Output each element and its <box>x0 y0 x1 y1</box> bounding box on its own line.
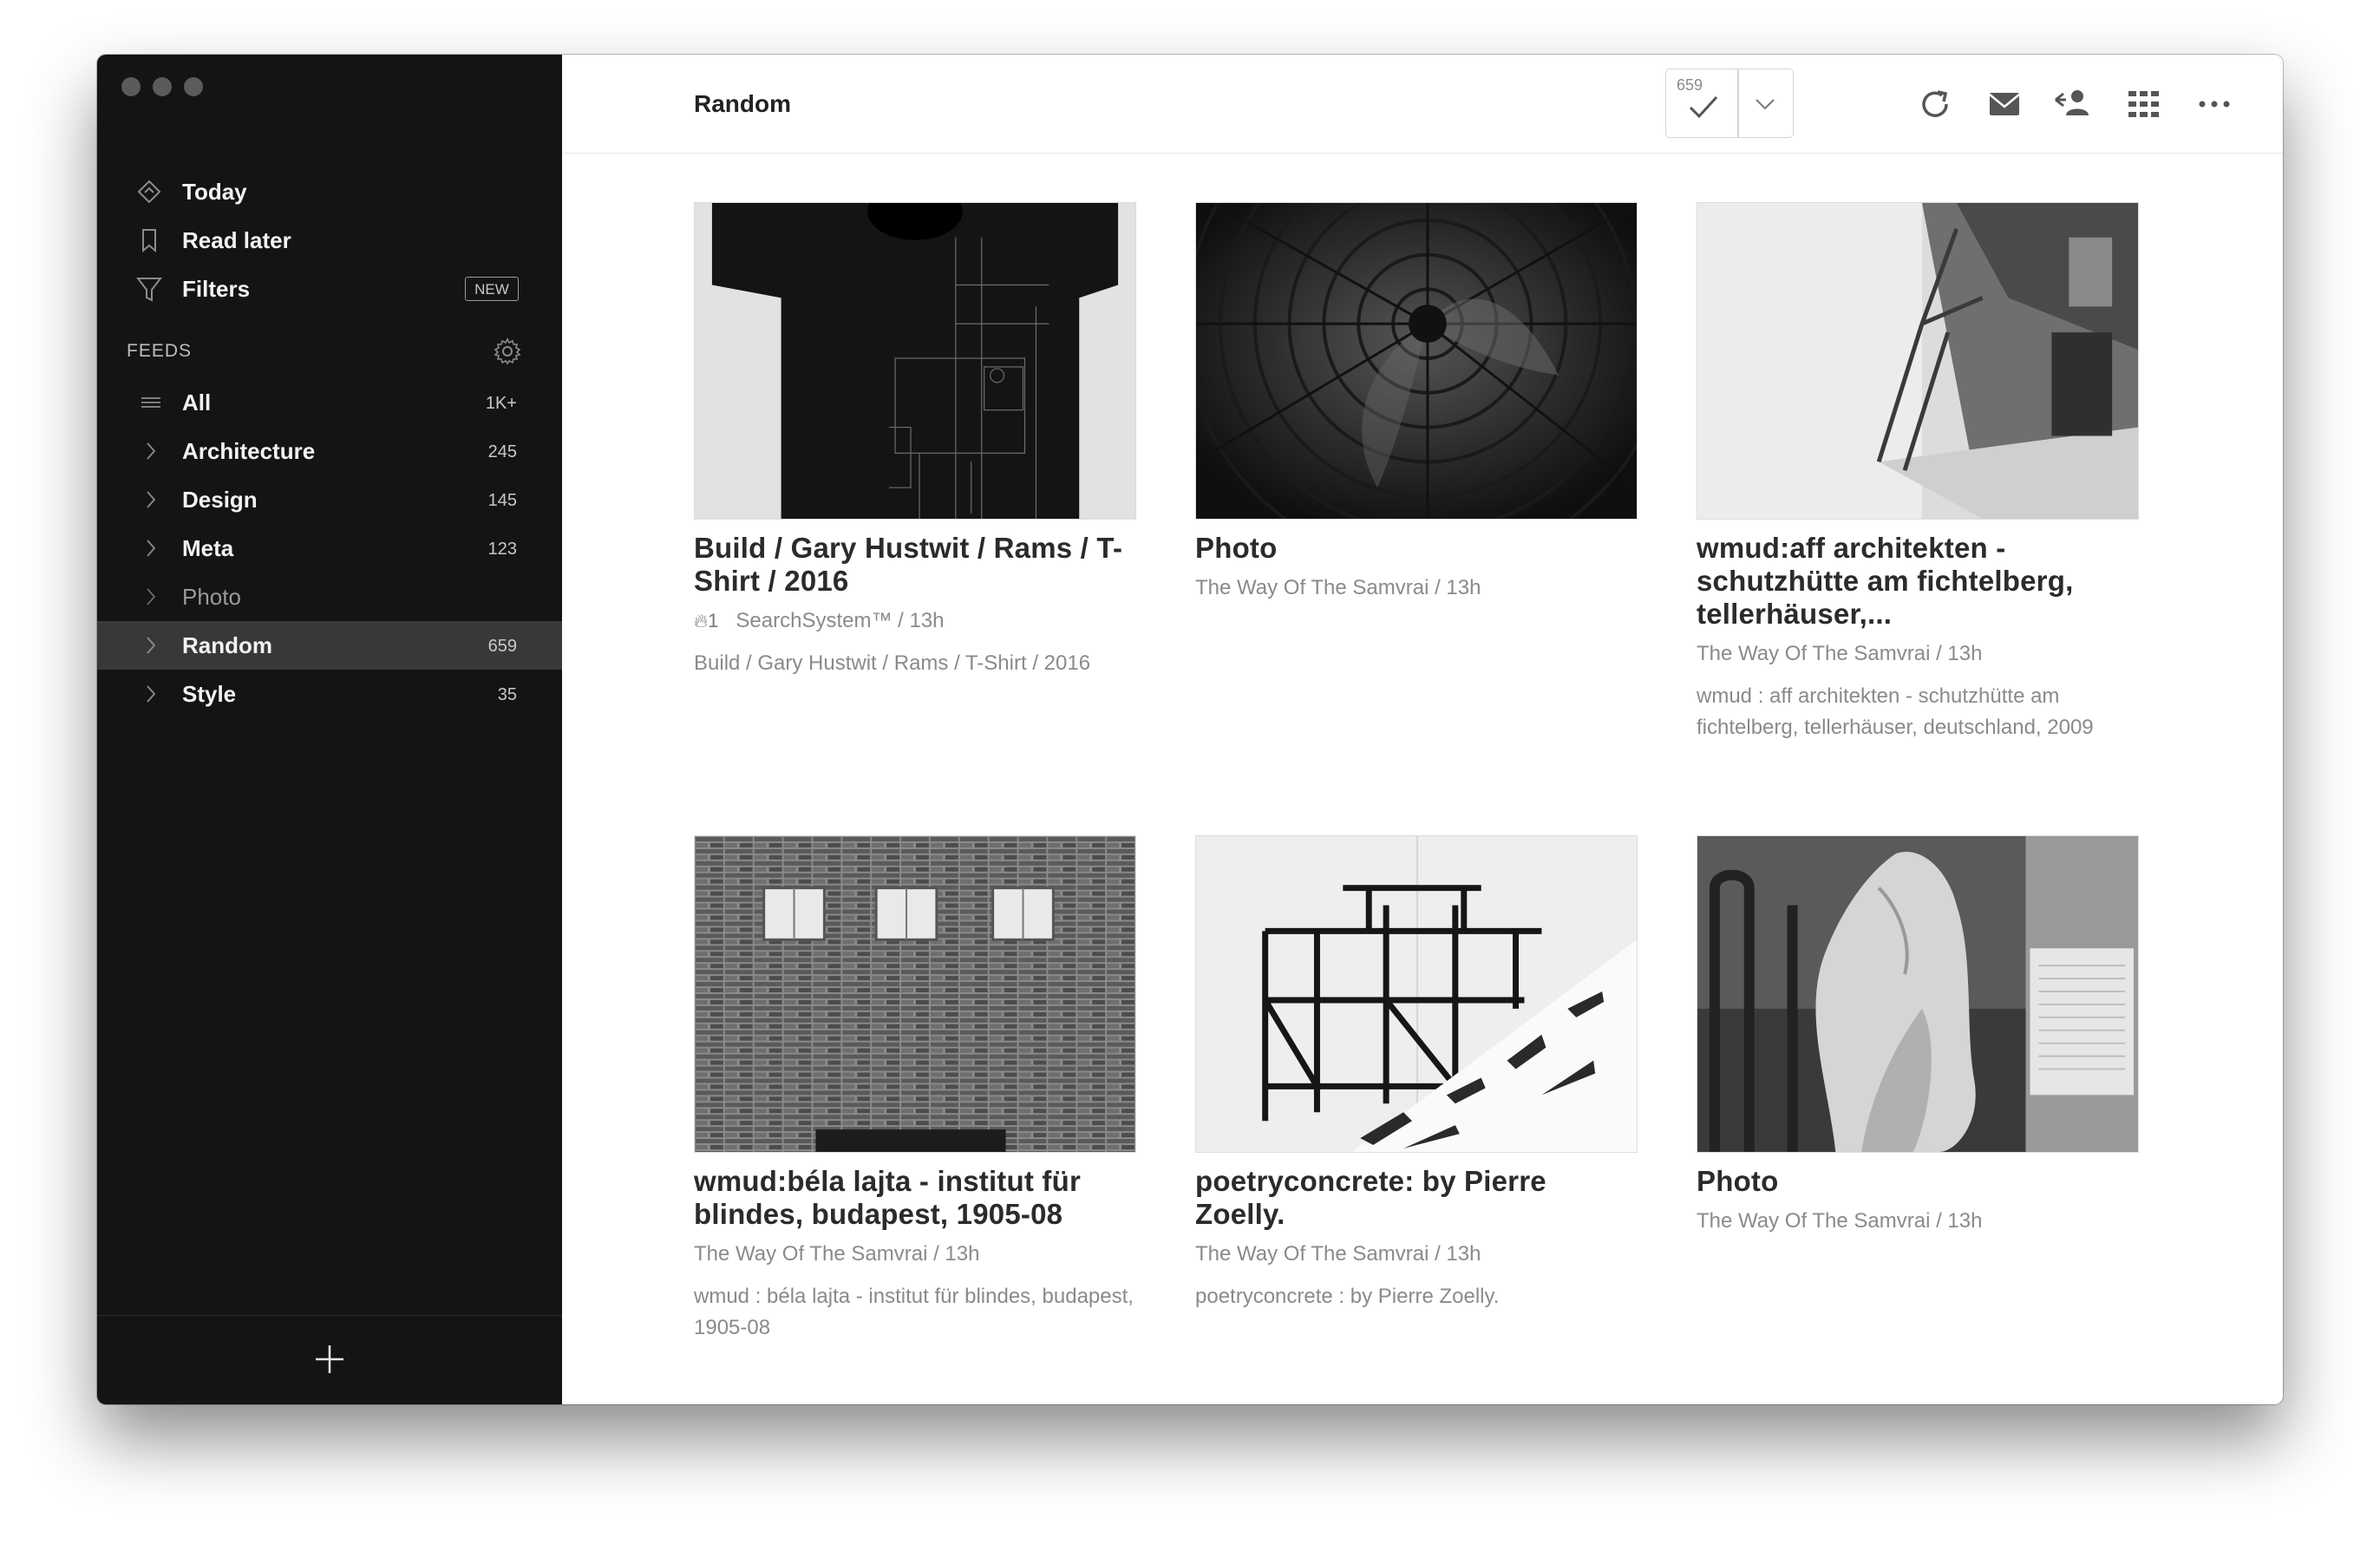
feed-label: Photo <box>182 584 241 610</box>
article-excerpt: Build / Gary Hustwit / Rams / T-Shirt / … <box>694 651 1091 675</box>
main-content: Random 659 Build / Gary Hustwit / Rams /… <box>562 55 2283 1404</box>
refresh-icon[interactable] <box>1915 84 1955 124</box>
article-card[interactable]: Photo The Way Of The Samvrai / 13h <box>1697 835 2139 1234</box>
share-people-icon[interactable] <box>2054 84 2094 124</box>
article-excerpt: wmud : aff architekten - schutzhütte am … <box>1697 684 2094 739</box>
sidebar-item-today[interactable]: Today <box>97 167 562 216</box>
chevron-right-icon[interactable] <box>141 441 161 461</box>
article-thumbnail[interactable] <box>1697 202 2139 520</box>
article-source: The Way Of The Samvrai / 13h <box>1697 642 1983 665</box>
add-feed-button[interactable] <box>314 1344 345 1375</box>
feed-item-all[interactable]: All 1K+ <box>97 378 562 427</box>
article-card[interactable]: Build / Gary Hustwit / Rams / T-Shirt / … <box>694 202 1136 679</box>
feed-item-photo[interactable]: Photo <box>97 572 562 621</box>
mail-icon[interactable] <box>1984 84 2024 124</box>
chevron-down-icon[interactable] <box>1753 94 1777 114</box>
sidebar: Today Read later Filters NEW FEEDS All 1… <box>97 55 562 1404</box>
article-card[interactable]: poetryconcrete: by Pierre Zoelly. The Wa… <box>1195 835 1638 1312</box>
page-title: Random <box>694 90 791 117</box>
article-thumbnail[interactable] <box>1195 835 1638 1153</box>
feed-label: Meta <box>182 535 234 561</box>
mark-as-read-control: 659 <box>1665 69 1794 138</box>
article-title[interactable]: Photo <box>1697 1165 2139 1198</box>
flame-icon: 🔥︎1 <box>694 610 719 631</box>
popularity-count: 1 <box>708 610 719 631</box>
feed-count: 145 <box>487 491 517 510</box>
chevron-right-icon[interactable] <box>141 586 161 607</box>
chevron-right-icon[interactable] <box>141 684 161 704</box>
sidebar-item-read-later[interactable]: Read later <box>97 216 562 265</box>
article-thumbnail[interactable] <box>1195 202 1638 520</box>
feed-label: Architecture <box>182 438 316 464</box>
feed-count: 1K+ <box>485 394 517 413</box>
article-thumbnail[interactable] <box>1697 835 2139 1153</box>
article-thumbnail[interactable] <box>694 835 1136 1153</box>
feed-count: 659 <box>487 637 517 656</box>
article-source: SearchSystem™ / 13h <box>736 609 945 632</box>
feed-count: 123 <box>487 540 517 559</box>
grid-view-icon[interactable] <box>2123 84 2163 124</box>
chevron-right-icon[interactable] <box>141 635 161 656</box>
article-card[interactable]: wmud:aff architekten - schutzhütte am fi… <box>1697 202 2139 743</box>
today-icon <box>137 180 161 204</box>
chevron-right-icon[interactable] <box>141 489 161 510</box>
feed-label: Design <box>182 487 258 513</box>
chevron-right-icon[interactable] <box>141 538 161 559</box>
article-title[interactable]: Photo <box>1195 532 1638 565</box>
article-source: The Way Of The Samvrai / 13h <box>1697 1209 1983 1233</box>
feed-label: Random <box>182 632 272 658</box>
sidebar-item-label: Today <box>182 178 247 205</box>
article-card[interactable]: wmud:béla lajta - institut für blindes, … <box>694 835 1136 1344</box>
mark-as-read-button[interactable] <box>1685 88 1722 125</box>
article-thumbnail[interactable] <box>694 202 1136 520</box>
feed-item-meta[interactable]: Meta 123 <box>97 524 562 572</box>
toolbar: Random 659 <box>562 55 2283 154</box>
list-icon <box>141 397 160 408</box>
article-excerpt: wmud : béla lajta - institut für blindes… <box>694 1285 1134 1339</box>
filter-icon <box>135 278 163 302</box>
feed-item-architecture[interactable]: Architecture 245 <box>97 427 562 475</box>
feed-count: 245 <box>487 442 517 461</box>
sidebar-item-filters[interactable]: Filters NEW <box>97 265 562 313</box>
window-controls <box>121 77 203 96</box>
article-title[interactable]: poetryconcrete: by Pierre Zoelly. <box>1195 1165 1638 1231</box>
feed-item-style[interactable]: Style 35 <box>97 670 562 718</box>
more-icon[interactable] <box>2194 84 2234 124</box>
article-title[interactable]: Build / Gary Hustwit / Rams / T-Shirt / … <box>694 532 1136 598</box>
sidebar-footer <box>97 1315 562 1404</box>
feed-item-design[interactable]: Design 145 <box>97 475 562 524</box>
zoom-window-button[interactable] <box>184 77 203 96</box>
new-badge: NEW <box>465 277 519 301</box>
article-card[interactable]: Photo The Way Of The Samvrai / 13h <box>1195 202 1638 601</box>
article-excerpt: poetryconcrete : by Pierre Zoelly. <box>1195 1285 1500 1308</box>
article-title[interactable]: wmud:aff architekten - schutzhütte am fi… <box>1697 532 2139 631</box>
feed-item-random[interactable]: Random 659 <box>97 621 562 670</box>
bookmark-icon <box>142 229 156 253</box>
article-source: The Way Of The Samvrai / 13h <box>1195 1242 1481 1266</box>
feed-label: Style <box>182 681 237 707</box>
sidebar-item-label: Filters <box>182 275 251 302</box>
close-window-button[interactable] <box>121 77 141 96</box>
feed-count: 35 <box>497 685 517 704</box>
feed-label: All <box>182 389 212 415</box>
article-source: The Way Of The Samvrai / 13h <box>694 1242 980 1266</box>
divider <box>1737 69 1739 137</box>
gear-icon[interactable] <box>493 337 522 366</box>
feeds-heading: FEEDS <box>127 341 193 361</box>
minimize-window-button[interactable] <box>153 77 172 96</box>
sidebar-item-label: Read later <box>182 226 291 253</box>
app-window: Today Read later Filters NEW FEEDS All 1… <box>97 55 2283 1404</box>
article-source: The Way Of The Samvrai / 13h <box>1195 576 1481 599</box>
article-meta: 🔥︎1 SearchSystem™ / 13h <box>694 608 1136 634</box>
article-title[interactable]: wmud:béla lajta - institut für blindes, … <box>694 1165 1136 1231</box>
